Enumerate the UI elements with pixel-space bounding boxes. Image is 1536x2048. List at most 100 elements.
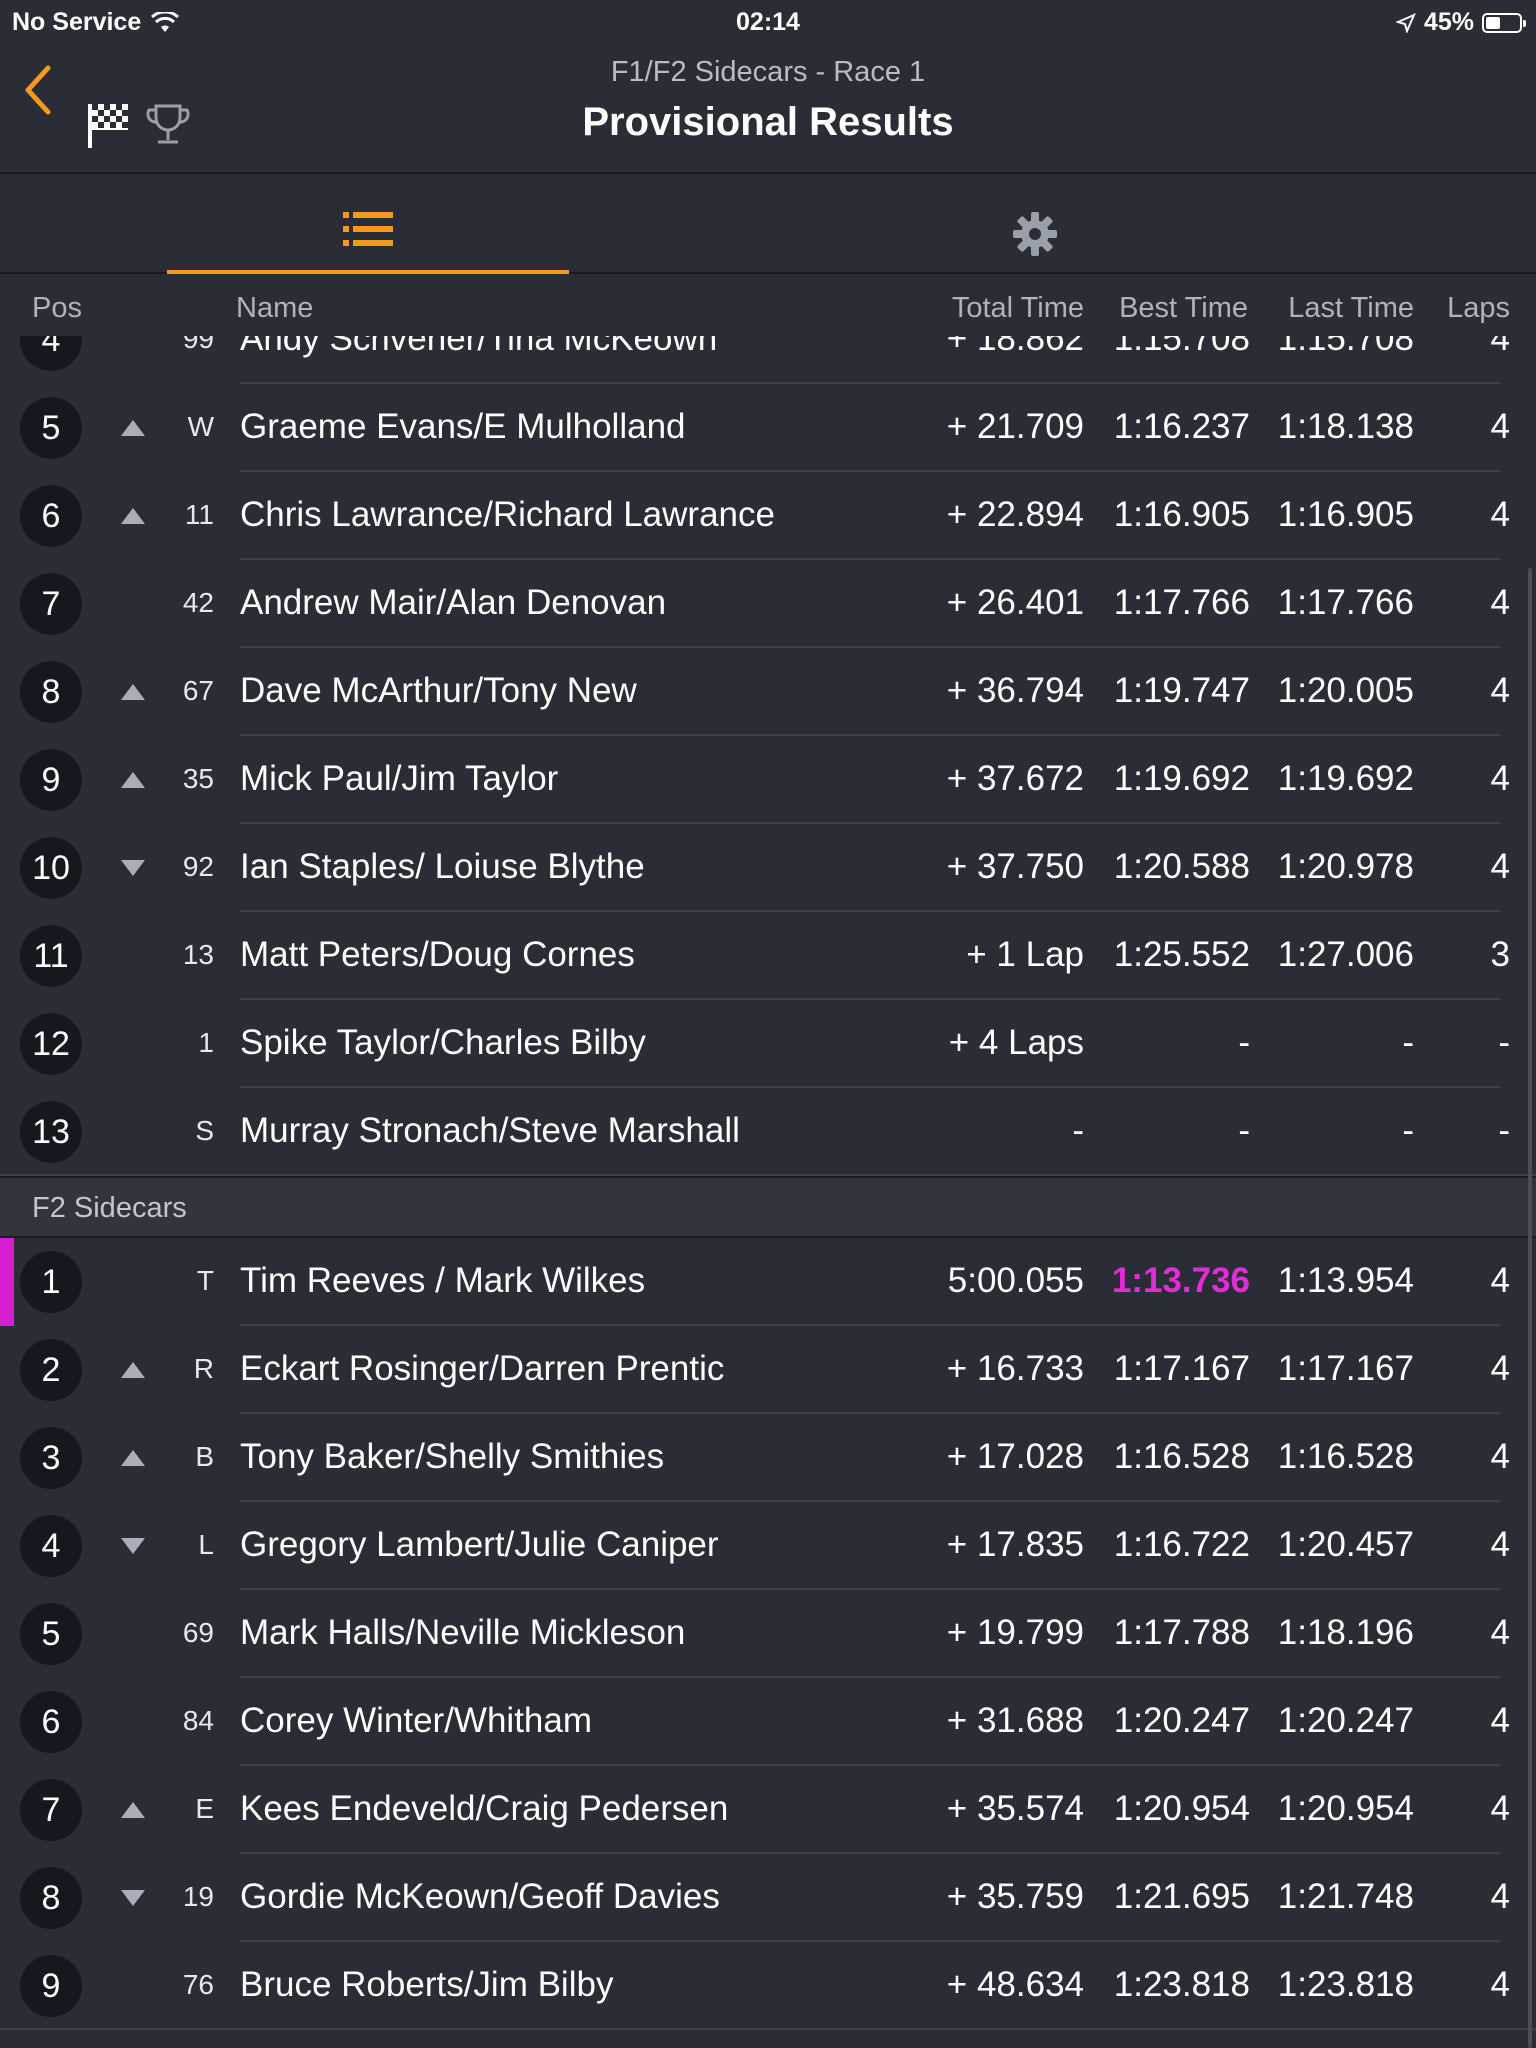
best-time: 1:13.736 — [1111, 1261, 1250, 1300]
position-badge: 7 — [20, 1779, 82, 1841]
best-time: 1:25.552 — [1113, 935, 1250, 974]
result-row[interactable]: 2 R Eckart Rosinger/Darren Prentic + 16.733… — [0, 1326, 1536, 1414]
best-time: 1:16.237 — [1113, 407, 1250, 446]
race-number: 1 — [198, 1027, 214, 1059]
rider-name: Andrew Mair/Alan Denovan — [240, 583, 667, 622]
total-time: + 18.862 — [946, 336, 1084, 358]
race-number: E — [195, 1793, 214, 1825]
last-time: 1:20.457 — [1277, 1525, 1414, 1564]
total-time: + 37.750 — [946, 847, 1084, 886]
best-time: 1:20.588 — [1113, 847, 1250, 886]
row-divider — [0, 2028, 1536, 2030]
result-row[interactable]: 5 W Graeme Evans/E Mulholland + 21.709 1:16.… — [0, 384, 1536, 472]
result-row[interactable]: 11 13 Matt Peters/Doug Cornes + 1 Lap 1:25.5… — [0, 912, 1536, 1000]
best-time: 1:16.905 — [1113, 495, 1250, 534]
last-time: 1:17.167 — [1277, 1349, 1414, 1388]
battery-icon — [1482, 12, 1526, 33]
last-time: 1:27.006 — [1277, 935, 1414, 974]
result-row[interactable]: 5 69 Mark Halls/Neville Mickleson + 19.799 1… — [0, 1590, 1536, 1678]
laps-count: 4 — [1490, 671, 1510, 710]
laps-count: 4 — [1490, 336, 1510, 358]
position-badge: 6 — [20, 485, 82, 547]
best-time: - — [1238, 1023, 1250, 1062]
tab-settings[interactable] — [834, 176, 1236, 274]
last-time: 1:20.978 — [1277, 847, 1414, 886]
laps-count: 4 — [1490, 1701, 1510, 1740]
position-badge: 7 — [20, 573, 82, 635]
best-time: 1:19.692 — [1113, 759, 1250, 798]
checkered-flag-icon[interactable] — [86, 100, 130, 150]
position-badge: 4 — [20, 336, 82, 371]
best-time: 1:23.818 — [1113, 1965, 1250, 2004]
trophy-icon[interactable] — [146, 102, 190, 148]
col-best-time[interactable]: Best Time — [1119, 292, 1248, 325]
laps-count: 3 — [1490, 935, 1510, 974]
tab-results-list[interactable] — [167, 176, 569, 274]
result-row[interactable]: 3 B Tony Baker/Shelly Smithies + 17.028 1:16… — [0, 1414, 1536, 1502]
result-row[interactable]: 6 84 Corey Winter/Whitham + 31.688 1:20.247 1… — [0, 1678, 1536, 1766]
result-row[interactable]: 12 1 Spike Taylor/Charles Bilby + 4 Laps - - - — [0, 1000, 1536, 1088]
position-badge: 4 — [20, 1515, 82, 1577]
col-pos[interactable]: Pos — [32, 292, 82, 325]
position-up-icon — [121, 508, 145, 524]
result-row[interactable]: 6 11 Chris Lawrance/Richard Lawrance + 22.8… — [0, 472, 1536, 560]
rider-name: Gregory Lambert/Julie Caniper — [240, 1525, 719, 1564]
result-row[interactable]: 7 42 Andrew Mair/Alan Denovan + 26.401 1:17.… — [0, 560, 1536, 648]
scrollbar[interactable] — [1528, 568, 1532, 2048]
best-time: - — [1238, 1111, 1250, 1150]
results-list[interactable]: 4 99 Andy Scrivener/Tina McKeown + 18.862 1:… — [0, 336, 1536, 2048]
result-row[interactable]: 9 76 Bruce Roberts/Jim Bilby + 48.634 1:23.8… — [0, 1942, 1536, 2030]
col-last-time[interactable]: Last Time — [1288, 292, 1414, 325]
best-time: 1:15.708 — [1113, 336, 1250, 358]
race-number: 92 — [182, 851, 214, 883]
best-time: 1:19.747 — [1113, 671, 1250, 710]
column-header: Pos Name Total Time Best Time Last Time … — [0, 276, 1536, 336]
result-row[interactable]: 10 92 Ian Staples/ Loiuse Blythe + 37.750 1:… — [0, 824, 1536, 912]
col-name[interactable]: Name — [236, 292, 313, 325]
result-row[interactable]: 8 67 Dave McArthur/Tony New + 36.794 1:19.74… — [0, 648, 1536, 736]
laps-count: 4 — [1490, 759, 1510, 798]
last-time: 1:18.138 — [1277, 407, 1414, 446]
position-down-icon — [121, 1890, 145, 1906]
result-row[interactable]: 4 99 Andy Scrivener/Tina McKeown + 18.862 1:… — [0, 336, 1536, 384]
race-number: 84 — [182, 1705, 214, 1737]
position-up-icon — [121, 772, 145, 788]
position-badge: 11 — [20, 925, 82, 987]
result-row[interactable]: 9 35 Mick Paul/Jim Taylor + 37.672 1:19.692 1… — [0, 736, 1536, 824]
position-badge: 1 — [20, 1251, 82, 1313]
position-badge: 8 — [20, 661, 82, 723]
rider-name: Ian Staples/ Loiuse Blythe — [240, 847, 645, 886]
rider-name: Mark Halls/Neville Mickleson — [240, 1613, 686, 1652]
laps-count: - — [1498, 1111, 1510, 1150]
best-time: 1:20.247 — [1113, 1701, 1250, 1740]
status-right: 45% — [1395, 8, 1526, 37]
laps-count: 4 — [1490, 407, 1510, 446]
total-time: + 31.688 — [946, 1701, 1084, 1740]
total-time: + 37.672 — [946, 759, 1084, 798]
total-time: + 26.401 — [946, 583, 1084, 622]
laps-count: 4 — [1490, 847, 1510, 886]
last-time: 1:15.708 — [1277, 336, 1414, 358]
rider-name: Graeme Evans/E Mulholland — [240, 407, 686, 446]
col-laps[interactable]: Laps — [1447, 292, 1510, 325]
rider-name: Matt Peters/Doug Cornes — [240, 935, 635, 974]
total-time: + 4 Laps — [948, 1023, 1084, 1062]
laps-count: 4 — [1490, 1877, 1510, 1916]
rider-name: Corey Winter/Whitham — [240, 1701, 593, 1740]
last-time: - — [1402, 1023, 1414, 1062]
leader-indicator — [0, 1238, 14, 1326]
race-number: L — [198, 1529, 214, 1561]
result-row[interactable]: 4 L Gregory Lambert/Julie Caniper + 17.835 1… — [0, 1502, 1536, 1590]
total-time: + 35.759 — [946, 1877, 1084, 1916]
laps-count: 4 — [1490, 1437, 1510, 1476]
position-down-icon — [121, 1538, 145, 1554]
result-row[interactable]: 1 T Tim Reeves / Mark Wilkes 5:00.055 1:13.7… — [0, 1238, 1536, 1326]
result-row[interactable]: 7 E Kees Endeveld/Craig Pedersen + 35.574 1:… — [0, 1766, 1536, 1854]
result-row[interactable]: 8 19 Gordie McKeown/Geoff Davies + 35.759 1:… — [0, 1854, 1536, 1942]
result-row[interactable]: 13 S Murray Stronach/Steve Marshall - - - - — [0, 1088, 1536, 1176]
position-up-icon — [121, 420, 145, 436]
race-number: S — [195, 1115, 214, 1147]
rider-name: Tony Baker/Shelly Smithies — [240, 1437, 665, 1476]
total-time: + 19.799 — [946, 1613, 1084, 1652]
col-total-time[interactable]: Total Time — [952, 292, 1084, 325]
